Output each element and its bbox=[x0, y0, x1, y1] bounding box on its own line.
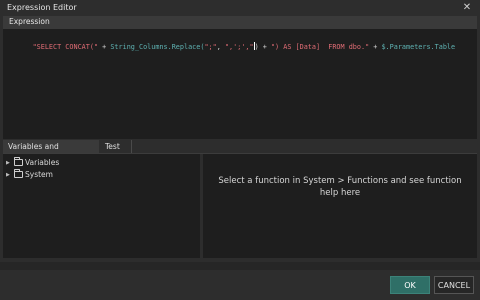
tree-item-variables[interactable]: ▶ Variables bbox=[6, 157, 59, 168]
code-token: "SELECT CONCAT(" bbox=[32, 43, 99, 51]
code-token: + bbox=[369, 43, 382, 51]
close-icon[interactable]: ✕ bbox=[460, 1, 474, 15]
ok-button[interactable]: OK bbox=[390, 276, 430, 294]
folder-icon bbox=[14, 169, 23, 178]
tree-item-label: Variables bbox=[25, 158, 60, 167]
title-bar: Expression Editor ✕ bbox=[0, 0, 480, 16]
tab-bar: Variables and functions Test bbox=[3, 140, 477, 164]
code-token: $.Parameters.Table bbox=[381, 43, 456, 51]
tab-test[interactable]: Test bbox=[100, 140, 132, 153]
expression-code-editor[interactable]: "SELECT CONCAT(" + String_Columns.Replac… bbox=[3, 29, 477, 139]
code-token: + bbox=[98, 43, 111, 51]
expression-section-label: Expression bbox=[9, 17, 50, 26]
status-strip bbox=[0, 262, 480, 270]
function-help-text: Select a function in System > Functions … bbox=[218, 176, 462, 198]
folder-icon bbox=[14, 157, 23, 166]
code-token: ) + bbox=[254, 43, 271, 51]
code-token: , bbox=[216, 43, 225, 51]
expression-section-header: Expression bbox=[3, 16, 477, 29]
variables-tree: ▶ Variables ▶ System bbox=[3, 154, 200, 258]
function-help-panel: Select a function in System > Functions … bbox=[203, 154, 477, 258]
code-token: String_Columns.Replace( bbox=[110, 43, 205, 51]
tree-item-system[interactable]: ▶ System bbox=[6, 169, 53, 180]
expand-arrow-icon[interactable]: ▶ bbox=[6, 170, 12, 181]
code-token: ",';'," bbox=[224, 43, 254, 51]
code-line: "SELECT CONCAT(" + String_Columns.Replac… bbox=[8, 34, 455, 59]
cancel-button[interactable]: CANCEL bbox=[434, 276, 474, 294]
tree-item-label: System bbox=[25, 170, 53, 179]
code-token: ") AS [Data] FROM dbo." bbox=[270, 43, 370, 51]
window-title: Expression Editor bbox=[7, 3, 77, 12]
dialog-footer: OK CANCEL bbox=[0, 270, 480, 300]
expression-editor-window: Expression Editor ✕ Expression "SELECT C… bbox=[0, 0, 480, 300]
tab-variables-and-functions[interactable]: Variables and functions bbox=[3, 140, 99, 164]
expand-arrow-icon[interactable]: ▶ bbox=[6, 158, 12, 169]
code-token: ";" bbox=[204, 43, 217, 51]
